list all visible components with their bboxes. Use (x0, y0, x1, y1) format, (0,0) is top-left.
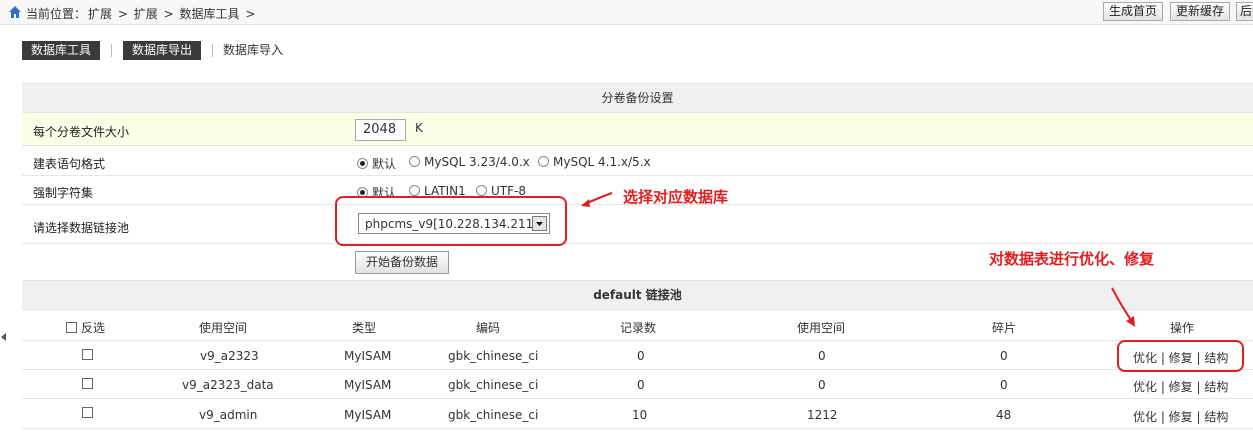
col-header-charset: 编码 (476, 321, 501, 335)
table-records: 0 (637, 349, 645, 363)
table-fragment: 0 (1000, 378, 1008, 392)
table-records: 0 (637, 378, 645, 392)
table-ops[interactable]: 优化 | 修复 | 结构 (1133, 378, 1228, 395)
extra-top-button[interactable]: 后 (1236, 2, 1253, 21)
breadcrumb: 当前位置： 扩展 > 扩展 > 数据库工具 > (26, 5, 257, 22)
table-ops[interactable]: 优化 | 修复 | 结构 (1133, 408, 1228, 425)
table-header-row: 反选 使用空间 类型 编码 记录数 使用空间 碎片 操作 (22, 310, 1253, 341)
table-charset: gbk_chinese_ci (448, 378, 539, 392)
breadcrumb-separator: > (163, 7, 174, 21)
checkbox-icon (66, 322, 77, 333)
breadcrumb-item-extend-2[interactable]: 扩展 (134, 7, 158, 21)
collapse-sidebar-icon[interactable] (1, 333, 6, 341)
table-name: v9_admin (199, 408, 258, 422)
col-header-type: 类型 (352, 321, 377, 335)
col-header-ops: 操作 (1170, 321, 1195, 335)
annotation-box-ops (1117, 340, 1244, 372)
tab-db-import[interactable]: 数据库导入 (214, 41, 292, 60)
table-panel: default 链接池 反选 使用空间 类型 编码 记录数 使用空间 碎片 操作… (22, 281, 1253, 436)
table-fragment: 0 (1000, 349, 1008, 363)
table-space: 0 (818, 378, 826, 392)
annotation-box-pool (335, 196, 567, 246)
table-name: v9_a2323 (200, 349, 259, 363)
sql-format-row: 建表语句格式 默认 MySQL 3.23/4.0.x MySQL 4.1.x/5… (22, 146, 1253, 176)
sql-format-option-default[interactable]: 默认 (357, 155, 396, 172)
col-header-fragment: 碎片 (992, 321, 1017, 335)
home-icon[interactable] (8, 5, 22, 19)
update-cache-button[interactable]: 更新缓存 (1170, 2, 1231, 21)
table-row: v9_a2323_data MyISAM gbk_chinese_ci 0 0 … (22, 370, 1253, 399)
tab-db-tools[interactable]: 数据库工具 (22, 41, 101, 60)
arrow-icon (1111, 287, 1135, 327)
col-header-name: 使用空间 (199, 321, 248, 335)
table-type: MyISAM (344, 349, 392, 363)
sql-format-option-mysql323[interactable]: MySQL 3.23/4.0.x (409, 155, 530, 169)
col-header-records: 记录数 (620, 321, 657, 335)
file-size-label: 每个分卷文件大小 (33, 125, 130, 139)
table-space: 0 (818, 349, 826, 363)
tab-separator (212, 44, 213, 57)
charset-label: 强制字符集 (33, 186, 94, 200)
sql-format-option-mysql41[interactable]: MySQL 4.1.x/5.x (538, 155, 651, 169)
table-space: 1212 (807, 408, 838, 422)
tab-db-export[interactable]: 数据库导出 (123, 41, 202, 60)
generate-home-button[interactable]: 生成首页 (1103, 2, 1164, 21)
radio-icon (357, 158, 368, 169)
col-header-space: 使用空间 (797, 321, 846, 335)
breadcrumb-separator: > (245, 7, 256, 21)
radio-icon (538, 156, 549, 167)
table-row: v9_a2323 MyISAM gbk_chinese_ci 0 0 0 优化 … (22, 341, 1253, 370)
table-type: MyISAM (344, 408, 392, 422)
table-fragment: 48 (996, 408, 1012, 422)
radio-icon (476, 185, 487, 196)
arrow-icon (581, 192, 613, 207)
table-type: MyISAM (344, 378, 392, 392)
annotation-select-db: 选择对应数据库 (623, 188, 729, 206)
breadcrumb-item-db-tools[interactable]: 数据库工具 (179, 7, 239, 21)
section-header: 分卷备份设置 (22, 83, 1253, 113)
radio-icon (409, 156, 420, 167)
row-checkbox[interactable] (82, 378, 93, 389)
table-records: 10 (632, 408, 648, 422)
breadcrumb-item-extend[interactable]: 扩展 (88, 7, 112, 21)
breadcrumb-label: 当前位置： (26, 7, 87, 21)
table-charset: gbk_chinese_ci (448, 349, 539, 363)
breadcrumb-separator: > (117, 7, 128, 21)
pool-label: 请选择数据链接池 (33, 221, 130, 235)
tab-separator (111, 44, 112, 57)
table-charset: gbk_chinese_ci (448, 408, 539, 422)
table-title: default 链接池 (593, 288, 682, 302)
sql-format-label: 建表语句格式 (33, 157, 106, 171)
file-size-unit: K (415, 121, 423, 135)
top-bar: 当前位置： 扩展 > 扩展 > 数据库工具 > 生成首页 更新缓存 后 (0, 0, 1253, 25)
radio-icon (409, 185, 420, 196)
row-checkbox[interactable] (82, 349, 93, 360)
table-title-row: default 链接池 (22, 281, 1253, 310)
section-title: 分卷备份设置 (601, 91, 674, 105)
table-name: v9_a2323_data (182, 378, 274, 392)
table-row: v9_admin MyISAM gbk_chinese_ci 10 1212 4… (22, 399, 1253, 429)
invert-select-toggle[interactable]: 反选 (66, 319, 105, 336)
file-size-input[interactable]: 2048 (355, 119, 406, 141)
row-checkbox[interactable] (82, 407, 93, 418)
start-backup-button[interactable]: 开始备份数据 (355, 251, 450, 274)
pool-row: 请选择数据链接池 phpcms_v9[10.228.134.211] (22, 205, 1253, 244)
file-size-row: 每个分卷文件大小 2048 K (22, 113, 1253, 146)
annotation-optimize-repair: 对数据表进行优化、修复 (989, 250, 1155, 268)
